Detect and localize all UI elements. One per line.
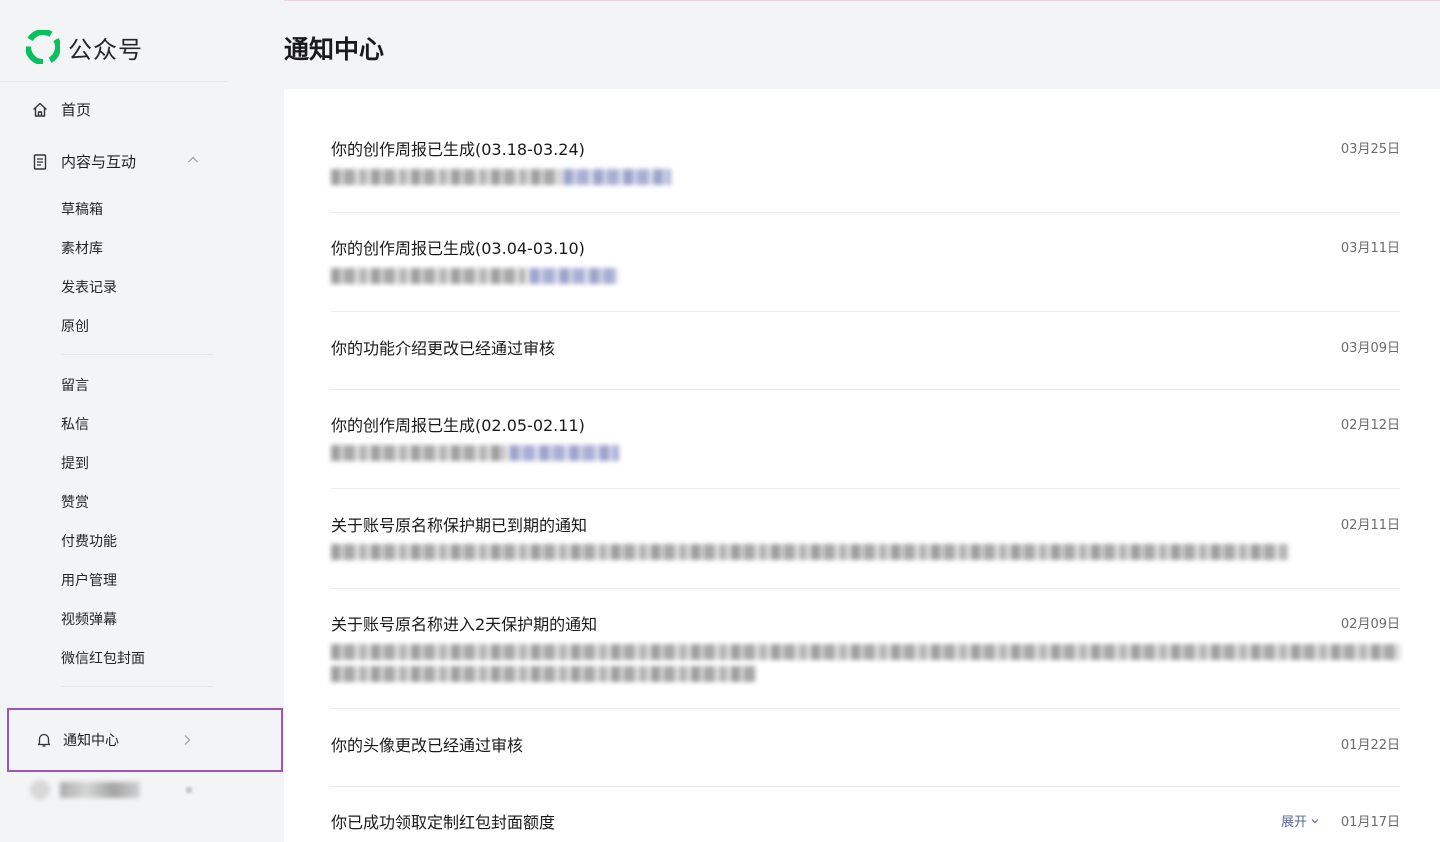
notification-title: 你的创作周报已生成(03.04-03.10) xyxy=(331,239,585,258)
notification-date: 03月09日 xyxy=(1340,341,1400,356)
sidebar-item-publish-records[interactable]: 发表记录 xyxy=(61,277,117,297)
notification-date: 02月12日 xyxy=(1340,418,1400,433)
list-item[interactable]: 你的创作周报已生成(02.05-02.11) 02月12日 xyxy=(331,412,1400,489)
notification-title: 你已成功领取定制红包封面额度 xyxy=(331,813,556,832)
avatar xyxy=(30,780,50,800)
list-item[interactable]: 关于账号原名称进入2天保护期的通知 02月09日 xyxy=(331,611,1400,709)
sidebar: 公众号 首页 内容与互动 草稿箱 素材库 发表记录 原创 留言 私信 提到 赞赏… xyxy=(0,0,284,842)
sidebar-item-original[interactable]: 原创 xyxy=(61,316,89,336)
sidebar-item-user-management[interactable]: 用户管理 xyxy=(61,570,117,590)
sidebar-item-label: 首页 xyxy=(61,101,92,119)
notification-title: 关于账号原名称进入2天保护期的通知 xyxy=(331,615,598,634)
notification-title: 你的头像更改已经通过审核 xyxy=(331,736,524,755)
list-item[interactable]: 你的创作周报已生成(03.18-03.24) 03月25日 xyxy=(331,136,1400,213)
account-switcher[interactable] xyxy=(30,780,192,800)
chevron-up-icon[interactable] xyxy=(186,153,200,171)
document-icon xyxy=(30,152,50,172)
notification-title: 你的创作周报已生成(03.18-03.24) xyxy=(331,140,585,159)
notification-date: 03月25日 xyxy=(1340,142,1400,157)
divider xyxy=(331,786,1400,787)
expand-button[interactable]: 展开 xyxy=(1281,811,1320,830)
page-title: 通知中心 xyxy=(284,35,385,64)
divider xyxy=(331,212,1400,213)
divider xyxy=(331,488,1400,489)
home-icon xyxy=(30,100,50,120)
divider xyxy=(331,588,1400,589)
redacted-text xyxy=(331,445,506,461)
account-name-redacted xyxy=(60,782,140,798)
brand[interactable]: 公众号 xyxy=(26,30,143,64)
list-item[interactable]: 你已成功领取定制红包封面额度 展开 01月17日 xyxy=(331,809,1400,839)
redacted-text xyxy=(331,544,1289,560)
sidebar-item-paid-features[interactable]: 付费功能 xyxy=(61,531,117,551)
sidebar-item-mentions[interactable]: 提到 xyxy=(61,453,89,473)
sidebar-item-drafts[interactable]: 草稿箱 xyxy=(61,199,103,219)
redacted-link xyxy=(529,268,619,284)
sidebar-item-content[interactable]: 内容与互动 xyxy=(30,151,200,172)
divider xyxy=(331,708,1400,709)
divider xyxy=(0,81,228,82)
notification-date: 02月09日 xyxy=(1340,617,1400,632)
sidebar-item-messages[interactable]: 私信 xyxy=(61,414,89,434)
sidebar-item-video-danmaku[interactable]: 视频弹幕 xyxy=(61,609,117,629)
redacted-link xyxy=(563,169,671,185)
notification-title: 你的创作周报已生成(02.05-02.11) xyxy=(331,416,585,435)
chevron-right-icon xyxy=(181,732,193,751)
divider xyxy=(61,354,213,355)
list-item[interactable]: 关于账号原名称保护期已到期的通知 02月11日 xyxy=(331,512,1400,589)
notification-title: 关于账号原名称保护期已到期的通知 xyxy=(331,516,588,535)
redacted-text xyxy=(331,169,561,185)
notification-title: 你的功能介绍更改已经通过审核 xyxy=(331,339,556,358)
bell-icon xyxy=(35,731,53,749)
divider xyxy=(61,686,213,687)
expand-label: 展开 xyxy=(1280,815,1307,830)
notification-date: 01月22日 xyxy=(1340,738,1400,753)
list-item[interactable]: 你的功能介绍更改已经通过审核 03月09日 xyxy=(331,335,1400,390)
list-item[interactable]: 你的创作周报已生成(03.04-03.10) 03月11日 xyxy=(331,235,1400,312)
redacted-link xyxy=(509,445,619,461)
sidebar-item-label: 内容与互动 xyxy=(61,153,137,171)
chevron-down-icon xyxy=(1311,818,1319,823)
notification-date: 02月11日 xyxy=(1340,518,1400,533)
divider xyxy=(331,311,1400,312)
sidebar-item-comments[interactable]: 留言 xyxy=(61,375,89,395)
notification-date: 03月11日 xyxy=(1340,241,1400,256)
account-indicator xyxy=(186,787,192,793)
sidebar-item-home[interactable]: 首页 xyxy=(30,99,91,120)
sidebar-item-red-packet-cover[interactable]: 微信红包封面 xyxy=(61,648,145,668)
sidebar-item-rewards[interactable]: 赞赏 xyxy=(61,492,89,512)
list-item[interactable]: 你的头像更改已经通过审核 01月22日 xyxy=(331,732,1400,787)
brand-name: 公众号 xyxy=(68,35,143,64)
sidebar-item-materials[interactable]: 素材库 xyxy=(61,238,103,258)
redacted-text xyxy=(331,268,526,284)
redacted-text xyxy=(331,644,1400,660)
redacted-text xyxy=(331,666,756,682)
wechat-official-logo-icon xyxy=(26,30,60,64)
notification-list: 你的创作周报已生成(03.18-03.24) 03月25日 你的创作周报已生成(… xyxy=(284,89,1440,842)
sidebar-item-label: 通知中心 xyxy=(63,733,119,749)
divider xyxy=(331,389,1400,390)
notification-date: 01月17日 xyxy=(1340,815,1400,830)
sidebar-item-notification-center[interactable]: 通知中心 xyxy=(7,708,283,772)
